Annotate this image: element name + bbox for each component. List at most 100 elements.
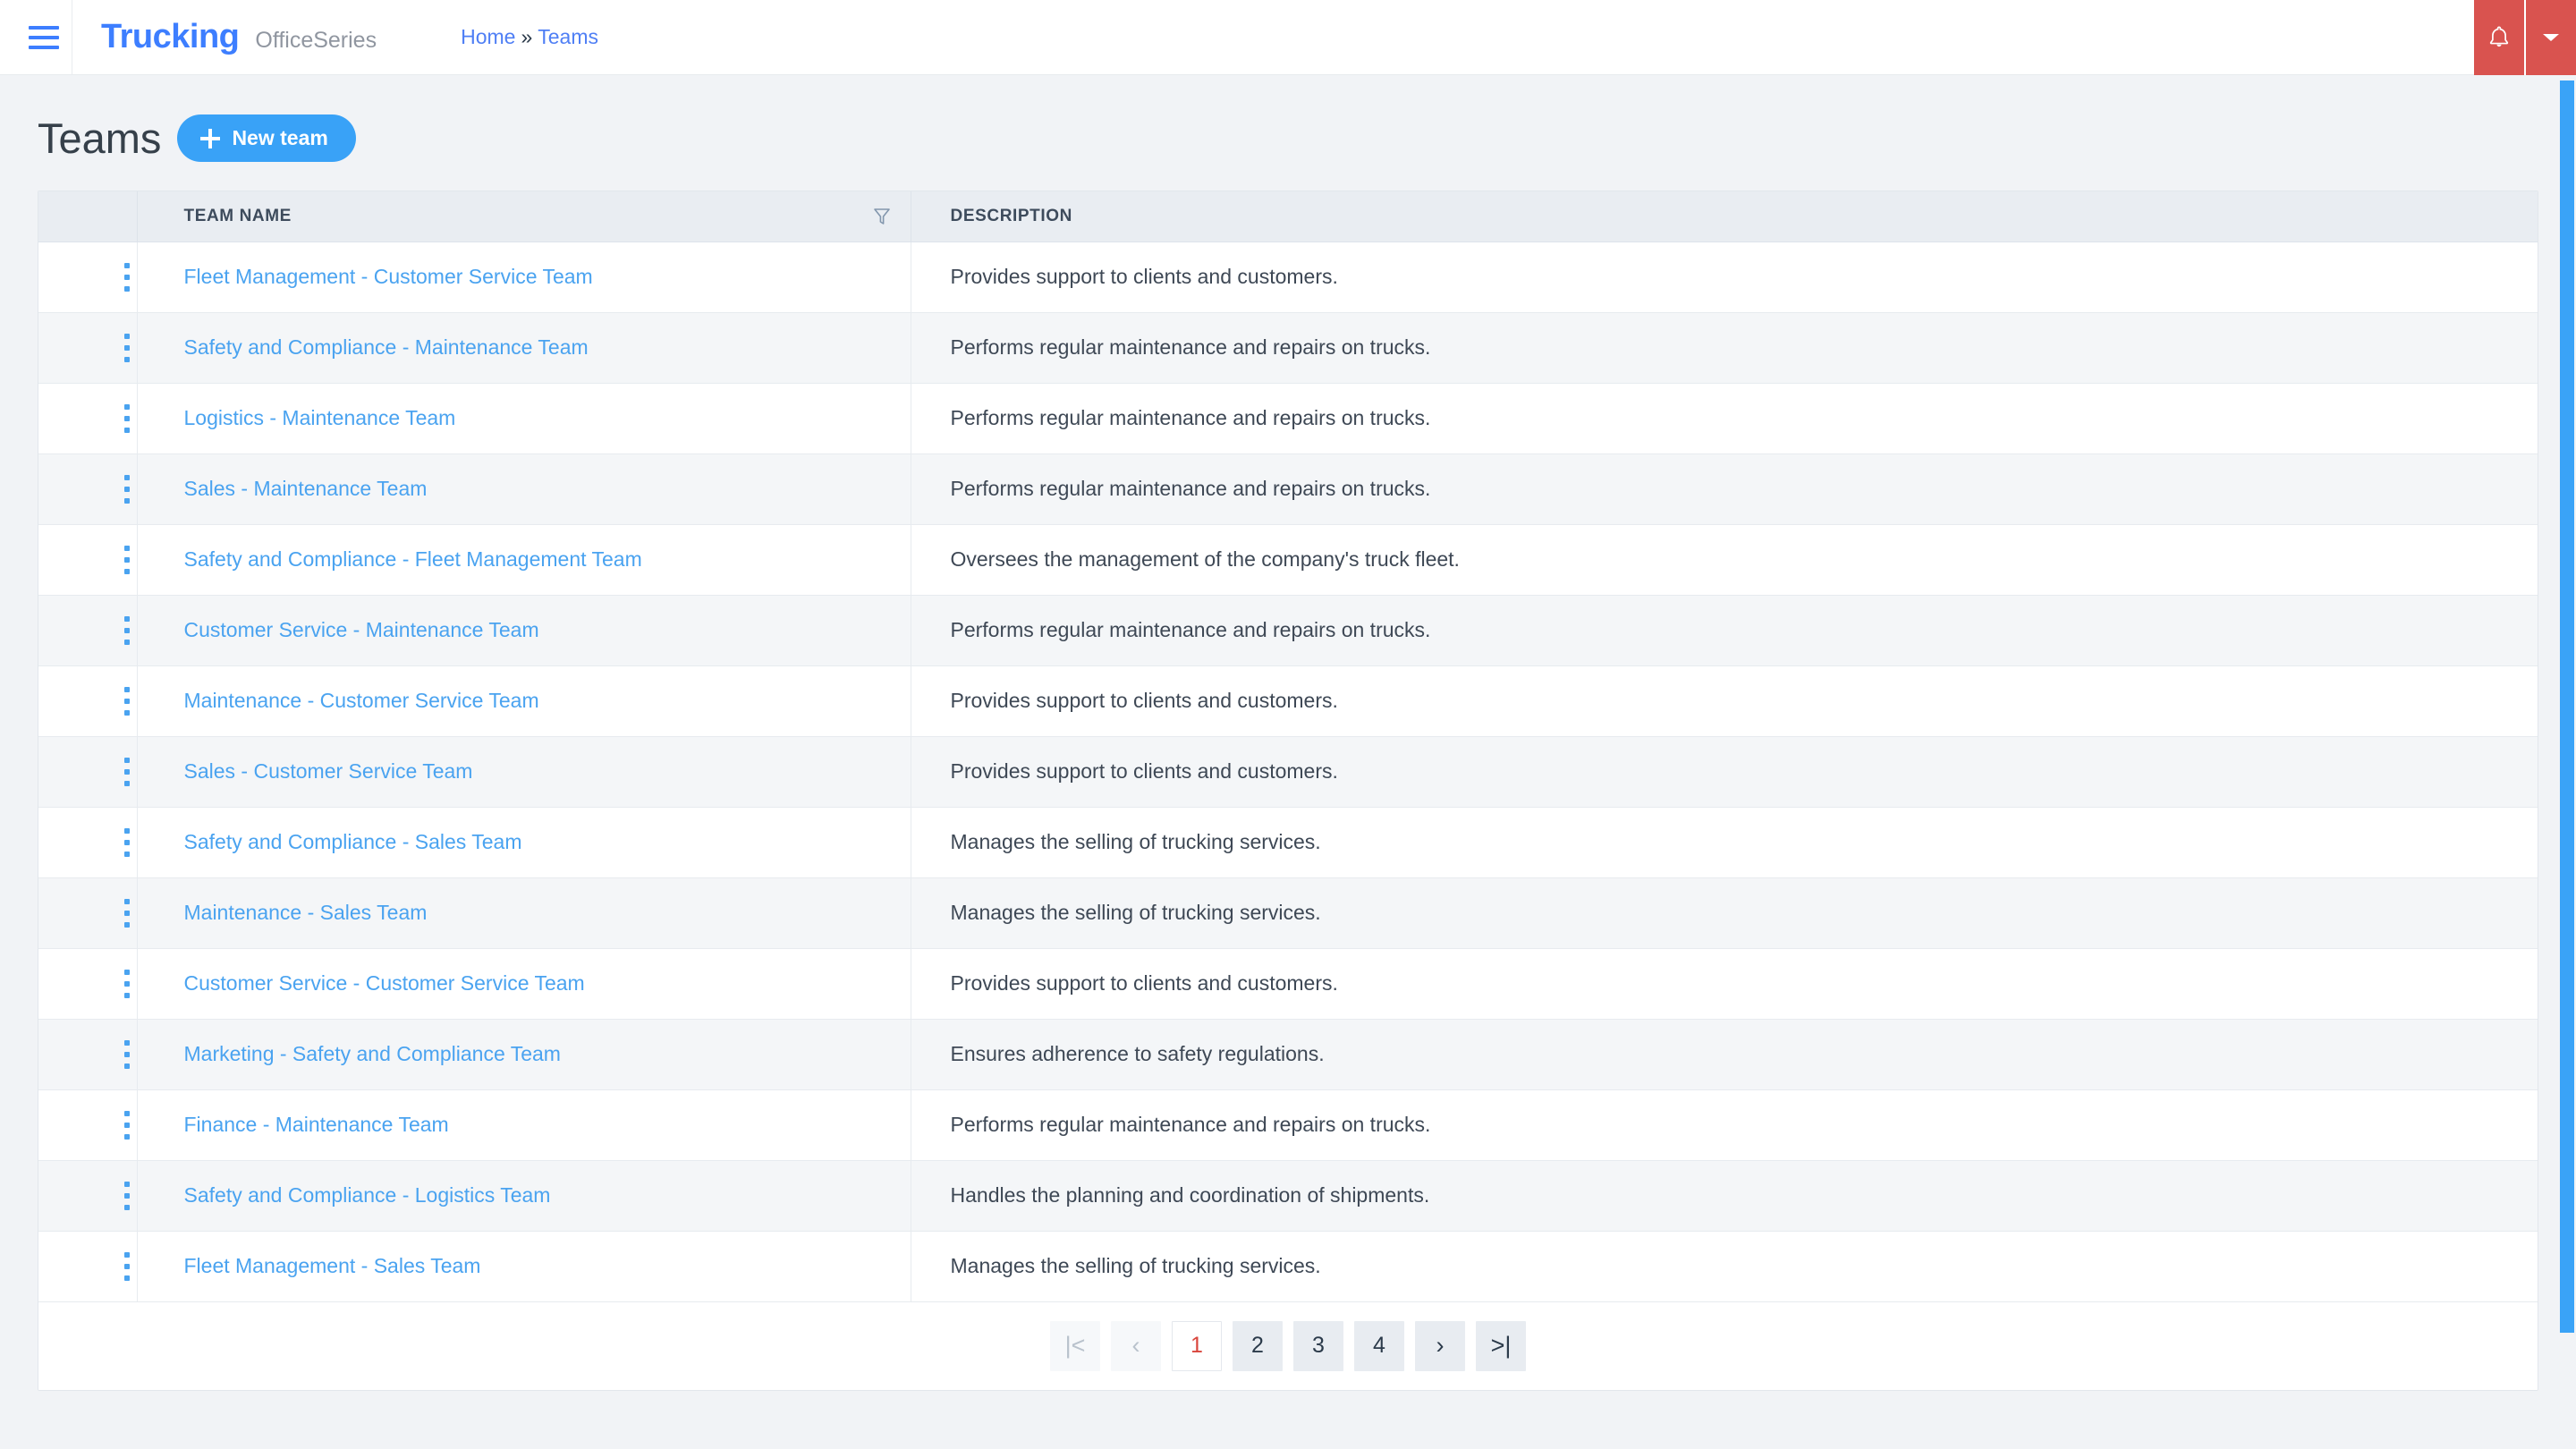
header-actions (2474, 0, 2576, 75)
notifications-button[interactable] (2474, 0, 2526, 75)
filter-funnel-icon[interactable] (873, 207, 891, 226)
kebab-dot (124, 1039, 130, 1046)
kebab-dot (124, 851, 130, 857)
team-name-cell: Sales - Maintenance Team (137, 453, 911, 525)
kebab-menu-icon[interactable] (114, 961, 140, 1007)
kebab-dot (124, 980, 130, 987)
kebab-menu-icon[interactable] (114, 537, 140, 583)
table-row: Safety and Compliance - Maintenance Team… (38, 312, 2538, 384)
team-description-cell: Manages the selling of trucking services… (911, 877, 2538, 949)
kebab-menu-icon[interactable] (114, 466, 140, 513)
team-name-link[interactable]: Safety and Compliance - Logistics Team (184, 1183, 551, 1207)
team-name-link[interactable]: Maintenance - Sales Team (184, 901, 428, 924)
kebab-menu-icon[interactable] (114, 890, 140, 936)
kebab-menu-icon[interactable] (114, 1173, 140, 1219)
kebab-menu-icon[interactable] (114, 1102, 140, 1148)
column-header-team-name[interactable]: TEAM NAME (137, 191, 911, 242)
teams-table-card: TEAM NAME DESCRIPTION Fleet Management -… (38, 191, 2538, 1391)
kebab-menu-icon[interactable] (114, 607, 140, 654)
team-description-cell: Oversees the management of the company's… (911, 524, 2538, 596)
page-content: Teams New team TEAM NAME DESCRIPTION Fle… (0, 75, 2576, 1449)
kebab-menu-icon[interactable] (114, 325, 140, 371)
breadcrumb-link-teams[interactable]: Teams (538, 25, 598, 49)
table-row: Sales - Maintenance Team Performs regular… (38, 453, 2538, 525)
pagination-prev-button[interactable]: ‹ (1111, 1320, 1161, 1371)
row-menu-cell (38, 1231, 140, 1302)
team-name-link[interactable]: Sales - Maintenance Team (184, 477, 428, 500)
kebab-dot (124, 568, 130, 574)
team-name-link[interactable]: Fleet Management - Customer Service Team (184, 265, 593, 288)
team-name-link[interactable]: Finance - Maintenance Team (184, 1113, 449, 1136)
pagination-next-button[interactable]: › (1415, 1320, 1465, 1371)
kebab-menu-icon[interactable] (114, 749, 140, 795)
team-description-cell: Performs regular maintenance and repairs… (911, 1089, 2538, 1161)
pagination-page-label: 2 (1251, 1333, 1264, 1358)
table-row: Maintenance - Sales Team Manages the sell… (38, 877, 2538, 949)
scrollbar-thumb[interactable] (2560, 80, 2574, 1333)
team-description-text: Performs regular maintenance and repairs… (950, 335, 1431, 359)
user-dropdown-button[interactable] (2526, 0, 2576, 75)
team-name-cell: Maintenance - Customer Service Team (137, 665, 911, 737)
row-menu-cell (38, 665, 140, 737)
hamburger-bar (29, 45, 59, 49)
pagination-page-1[interactable]: 1 (1172, 1320, 1222, 1371)
vertical-scrollbar[interactable] (2560, 75, 2576, 1449)
kebab-dot (124, 1110, 130, 1116)
kebab-menu-icon[interactable] (114, 819, 140, 866)
kebab-dot (124, 827, 130, 834)
team-description-text: Ensures adherence to safety regulations. (950, 1042, 1325, 1065)
breadcrumb: Home » Teams (461, 25, 598, 49)
row-menu-cell (38, 877, 140, 949)
team-name-link[interactable]: Customer Service - Customer Service Team (184, 971, 585, 995)
pagination-page-2[interactable]: 2 (1233, 1320, 1283, 1371)
table-row: Fleet Management - Customer Service Team… (38, 242, 2538, 313)
team-description-text: Provides support to clients and customer… (950, 265, 1338, 288)
page-title: Teams (38, 114, 162, 162)
team-name-link[interactable]: Safety and Compliance - Maintenance Team (184, 335, 589, 359)
kebab-dot (124, 1251, 130, 1258)
team-description-cell: Performs regular maintenance and repairs… (911, 595, 2538, 666)
pagination-page-4[interactable]: 4 (1354, 1320, 1404, 1371)
team-name-link[interactable]: Safety and Compliance - Sales Team (184, 830, 522, 853)
kebab-menu-icon[interactable] (114, 678, 140, 724)
kebab-menu-icon[interactable] (114, 1243, 140, 1290)
row-menu-cell (38, 453, 140, 525)
row-menu-cell (38, 383, 140, 454)
team-name-link[interactable]: Logistics - Maintenance Team (184, 406, 456, 429)
pagination-page-3[interactable]: 3 (1293, 1320, 1343, 1371)
breadcrumb-link-home[interactable]: Home (461, 25, 515, 49)
team-name-link[interactable]: Maintenance - Customer Service Team (184, 689, 539, 712)
pagination-last-button[interactable]: >| (1476, 1320, 1526, 1371)
team-name-link[interactable]: Safety and Compliance - Fleet Management… (184, 547, 642, 571)
pagination-first-button[interactable]: |< (1050, 1320, 1100, 1371)
row-menu-cell (38, 807, 140, 878)
hamburger-bar (29, 25, 59, 30)
kebab-menu-icon[interactable] (114, 395, 140, 442)
team-description-cell: Provides support to clients and customer… (911, 242, 2538, 313)
kebab-dot (124, 1181, 130, 1187)
kebab-dot (124, 403, 130, 410)
kebab-dot (124, 768, 130, 775)
team-name-cell: Customer Service - Maintenance Team (137, 595, 911, 666)
kebab-dot (124, 1133, 130, 1140)
new-team-button[interactable]: New team (177, 114, 356, 162)
team-description-text: Performs regular maintenance and repairs… (950, 477, 1431, 500)
kebab-menu-icon[interactable] (114, 1031, 140, 1078)
team-name-link[interactable]: Sales - Customer Service Team (184, 759, 473, 783)
column-header-description[interactable]: DESCRIPTION (911, 191, 2538, 242)
kebab-dot (124, 709, 130, 716)
pagination-next-label: › (1436, 1332, 1445, 1359)
team-name-cell: Safety and Compliance - Sales Team (137, 807, 911, 878)
kebab-dot (124, 427, 130, 433)
row-menu-cell (38, 1160, 140, 1232)
team-name-link[interactable]: Marketing - Safety and Compliance Team (184, 1042, 561, 1065)
table-row: Fleet Management - Sales Team Manages the… (38, 1231, 2538, 1302)
team-name-link[interactable]: Customer Service - Maintenance Team (184, 618, 539, 641)
teams-table-header: TEAM NAME DESCRIPTION (38, 191, 2538, 242)
team-name-link[interactable]: Fleet Management - Sales Team (184, 1254, 481, 1277)
new-team-button-label: New team (232, 126, 328, 149)
hamburger-menu-icon[interactable] (16, 25, 72, 49)
pagination: |< ‹ 1 2 3 4 › >| (38, 1301, 2538, 1390)
brand-logo[interactable]: Trucking OfficeSeries (101, 18, 377, 56)
kebab-menu-icon[interactable] (114, 254, 140, 301)
